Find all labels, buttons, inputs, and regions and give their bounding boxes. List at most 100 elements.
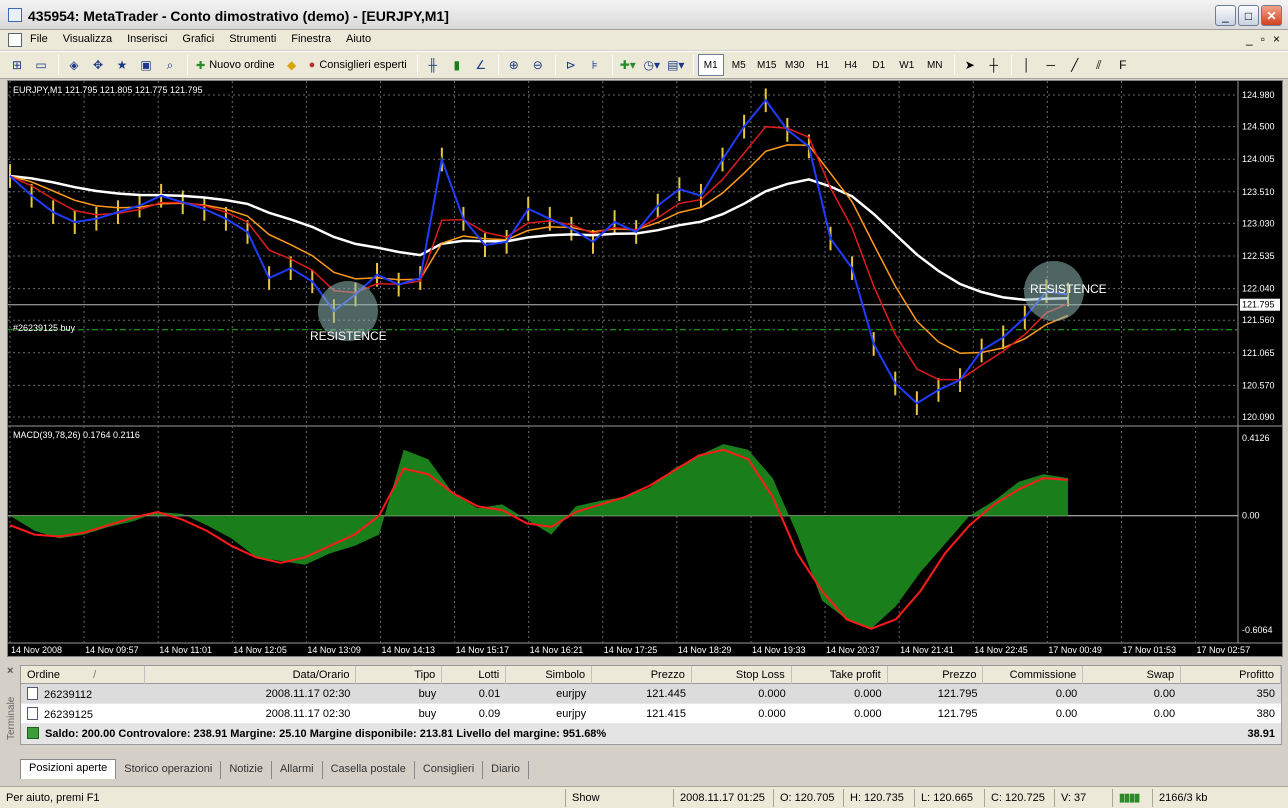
tab-diario[interactable]: Diario <box>483 761 529 779</box>
col-prezzo[interactable]: Prezzo <box>592 665 692 684</box>
mdi-restore-button[interactable]: ▫ <box>1261 32 1265 46</box>
sort-indicator-icon: / <box>93 668 97 681</box>
chart-window[interactable]: RESISTENCE RESISTENCE 14 Nov 2008 14 Nov 0… <box>7 80 1283 657</box>
tab-allarmi[interactable]: Allarmi <box>272 761 323 779</box>
chart-shift-icon[interactable]: ⊧ <box>584 54 606 76</box>
status-volume: V: 37 <box>1054 788 1112 807</box>
horizontal-line-icon[interactable]: ─ <box>1040 54 1062 76</box>
timeframe-m15-button[interactable]: M15 <box>754 54 780 76</box>
tab-storico-operazioni[interactable]: Storico operazioni <box>116 761 222 779</box>
col-take-profit[interactable]: Take profit <box>792 665 888 684</box>
terminal-close-icon[interactable]: × <box>7 665 13 677</box>
col-simbolo[interactable]: Simbolo <box>506 665 593 684</box>
col-profitto[interactable]: Profitto <box>1181 665 1281 684</box>
time-axis-label: 14 Nov 15:17 <box>456 645 510 655</box>
col-tipo[interactable]: Tipo <box>356 665 443 684</box>
bar-chart-icon[interactable]: ╫ <box>422 54 444 76</box>
expert-warning-icon[interactable]: ◆ <box>281 54 303 76</box>
col-data-orario[interactable]: Data/Orario <box>145 665 357 684</box>
trendline-icon[interactable]: ╱ <box>1064 54 1086 76</box>
maximize-button[interactable]: □ <box>1238 5 1259 26</box>
timeframe-h4-button[interactable]: H4 <box>838 54 864 76</box>
mdi-minimize-button[interactable]: _ <box>1246 32 1253 46</box>
order-line-label[interactable]: #26239125 buy <box>13 323 76 333</box>
time-axis-label: 17 Nov 02:57 <box>1197 645 1251 655</box>
tab-casella-postale[interactable]: Casella postale <box>323 761 415 779</box>
expert-advisors-label: Consiglieri esperti <box>319 59 407 71</box>
table-row[interactable]: 26239125 2008.11.17 02:30 buy 0.09 eurjp… <box>21 704 1281 724</box>
cursor-icon[interactable]: ➤ <box>959 54 981 76</box>
minimize-button[interactable]: _ <box>1215 5 1236 26</box>
order-commission: 0.00 <box>1055 687 1078 700</box>
order-type: buy <box>418 707 437 720</box>
order-id-cell: 26239112 <box>21 686 145 701</box>
fibonacci-icon[interactable]: F <box>1112 54 1134 76</box>
timeframe-m1-button[interactable]: M1 <box>697 54 724 76</box>
mdi-close-button[interactable]: × <box>1273 32 1280 46</box>
toolbar-separator <box>497 55 499 75</box>
tab-notizie[interactable]: Notizie <box>221 761 272 779</box>
expert-advisors-button[interactable]: ● Consiglieri esperti <box>305 54 411 76</box>
order-date: 2008.11.17 02:30 <box>265 707 351 720</box>
price-axis-label: 123.510 <box>1242 187 1275 197</box>
menu-grafici[interactable]: Grafici <box>182 33 222 45</box>
col-lotti[interactable]: Lotti <box>442 665 507 684</box>
chart-canvas[interactable]: RESISTENCE RESISTENCE 14 Nov 2008 14 Nov 0… <box>8 81 1282 656</box>
order-take-profit: 0.000 <box>854 687 882 700</box>
status-open: O: 120.705 <box>773 788 843 807</box>
line-chart-icon[interactable]: ∠ <box>470 54 492 76</box>
timeframe-w1-button[interactable]: W1 <box>894 54 920 76</box>
crosshair-icon[interactable]: ┼ <box>983 54 1005 76</box>
zoom-out-icon[interactable]: ⊖ <box>527 54 549 76</box>
col-commissione[interactable]: Commissione <box>983 665 1084 684</box>
navigator-icon[interactable]: ★ <box>111 54 133 76</box>
status-bar: Per aiuto, premi F1 Show 2008.11.17 01:2… <box>0 786 1288 808</box>
indicators-icon[interactable]: ✚▾ <box>617 54 639 76</box>
time-axis-label: 14 Nov 19:33 <box>752 645 806 655</box>
timeframe-mn-button[interactable]: MN <box>922 54 948 76</box>
col-swap[interactable]: Swap <box>1083 665 1182 684</box>
account-summary-row[interactable]: Saldo: 200.00 Controvalore: 238.91 Margi… <box>21 724 1281 744</box>
equidistant-channel-icon[interactable]: ⫽ <box>1088 54 1110 76</box>
autoscroll-icon[interactable]: ⊳ <box>560 54 582 76</box>
menu-finestra[interactable]: Finestra <box>291 33 339 45</box>
chart-window-icon[interactable] <box>8 33 22 47</box>
menu-file[interactable]: File <box>30 33 56 45</box>
strategy-tester-icon[interactable]: ⌕ <box>159 54 181 76</box>
menu-visualizza[interactable]: Visualizza <box>63 33 120 45</box>
new-order-button[interactable]: ✚ Nuovo ordine <box>192 54 279 76</box>
menu-inserisci[interactable]: Inserisci <box>127 33 175 45</box>
order-open-price: 121.415 <box>646 707 686 720</box>
profiles-icon[interactable]: ▭ <box>30 54 52 76</box>
timeframe-d1-button[interactable]: D1 <box>866 54 892 76</box>
macd-label: MACD(39,78,26) 0.1764 0.2116 <box>13 430 140 440</box>
col-ordine[interactable]: Ordine / <box>21 665 145 684</box>
table-row[interactable]: 26239112 2008.11.17 02:30 buy 0.01 eurjp… <box>21 684 1281 704</box>
timeframe-h1-button[interactable]: H1 <box>810 54 836 76</box>
col-stop-loss[interactable]: Stop Loss <box>692 665 792 684</box>
templates-icon[interactable]: ▤▾ <box>665 54 687 76</box>
periods-icon[interactable]: ◷▾ <box>641 54 663 76</box>
tab-consiglieri[interactable]: Consiglieri <box>415 761 484 779</box>
close-button[interactable]: ✕ <box>1261 5 1282 26</box>
toolbar-separator <box>953 55 955 75</box>
menu-strumenti[interactable]: Strumenti <box>229 33 284 45</box>
col-prezzo-attuale[interactable]: Prezzo <box>888 665 984 684</box>
resistance-annotation: RESISTENCE <box>1030 282 1107 296</box>
terminal-panel: × Terminale Ordine / Data/Orario Tipo Lo… <box>0 658 1288 784</box>
market-watch-icon[interactable]: ◈ <box>63 54 85 76</box>
new-chart-icon[interactable]: ⊞ <box>6 54 28 76</box>
timeframe-m5-button[interactable]: M5 <box>726 54 752 76</box>
menu-aiuto[interactable]: Aiuto <box>346 33 379 45</box>
vertical-line-icon[interactable]: │ <box>1016 54 1038 76</box>
toolbar-separator <box>554 55 556 75</box>
candlestick-icon[interactable]: ▮ <box>446 54 468 76</box>
window-title: 435954: MetaTrader - Conto dimostrativo … <box>28 8 449 24</box>
zoom-in-icon[interactable]: ⊕ <box>503 54 525 76</box>
timeframe-m30-button[interactable]: M30 <box>782 54 808 76</box>
status-profile[interactable]: Show <box>565 788 673 807</box>
tab-posizioni-aperte[interactable]: Posizioni aperte <box>20 759 117 779</box>
terminal-icon[interactable]: ▣ <box>135 54 157 76</box>
time-axis-label: 14 Nov 20:37 <box>826 645 880 655</box>
data-window-icon[interactable]: ✥ <box>87 54 109 76</box>
